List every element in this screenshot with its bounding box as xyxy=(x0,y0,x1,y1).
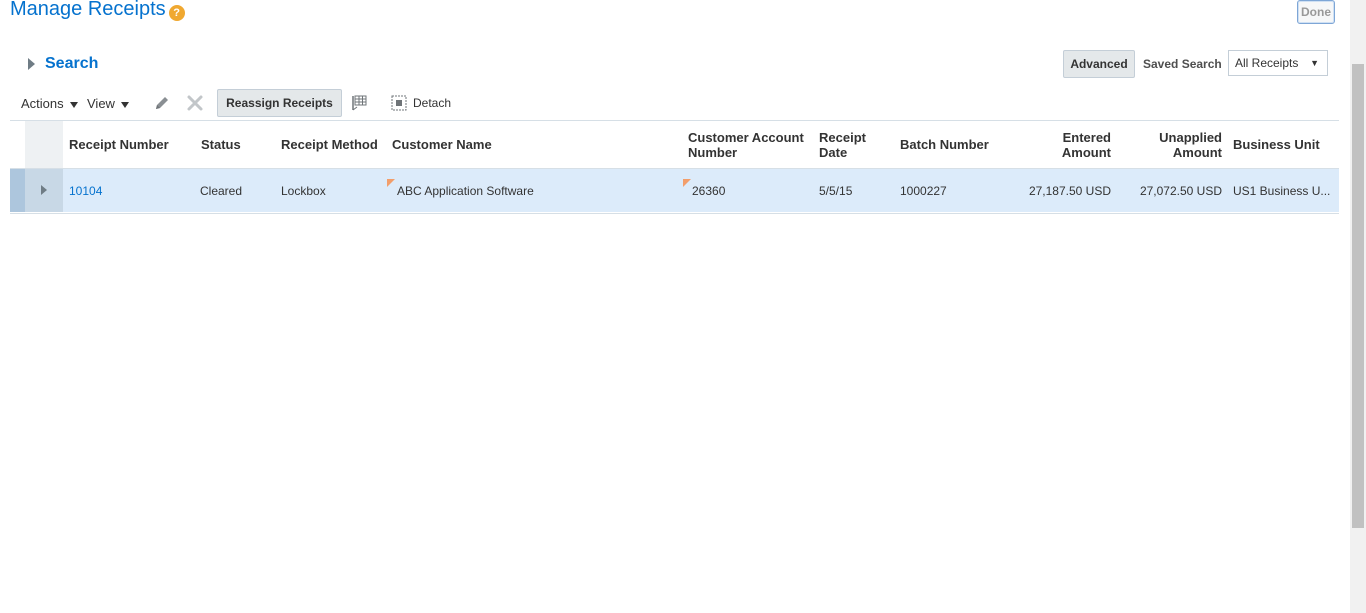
vertical-scrollbar[interactable] xyxy=(1350,0,1366,613)
column-header-line: Customer Account xyxy=(688,130,804,145)
advanced-button[interactable]: Advanced xyxy=(1063,50,1135,78)
column-header-customer-name[interactable]: Customer Name xyxy=(392,137,492,152)
column-header-line: Receipt xyxy=(819,130,866,145)
dropdown-arrow-icon: ▼ xyxy=(1310,58,1319,68)
actions-menu[interactable]: Actions xyxy=(21,96,78,111)
view-label: View xyxy=(87,96,115,111)
column-header-receipt-method[interactable]: Receipt Method xyxy=(281,137,378,152)
table-header: Receipt Number Status Receipt Method Cus… xyxy=(10,121,1339,169)
cell-receipt-method: Lockbox xyxy=(281,184,326,198)
cell-batch-number: 1000227 xyxy=(900,184,947,198)
freeze-columns-icon[interactable] xyxy=(350,94,368,112)
detach-icon xyxy=(391,95,407,111)
reassign-receipts-button[interactable]: Reassign Receipts xyxy=(217,89,342,117)
page-title: Manage Receipts ? xyxy=(10,0,185,21)
scrollbar-thumb[interactable] xyxy=(1352,64,1364,528)
column-header-receipt-date[interactable]: Receipt Date xyxy=(819,130,866,160)
detach-label: Detach xyxy=(413,96,452,110)
column-header-business-unit[interactable]: Business Unit xyxy=(1233,137,1320,152)
done-button[interactable]: Done xyxy=(1297,0,1335,24)
table-row[interactable]: 10104 Cleared Lockbox ABC Application So… xyxy=(10,169,1339,212)
row-selector[interactable] xyxy=(10,169,25,212)
expand-icon xyxy=(41,185,47,195)
column-header-line: Number xyxy=(688,145,738,160)
saved-search-label: Saved Search xyxy=(1143,57,1222,71)
column-header-line: Amount xyxy=(1172,145,1222,160)
column-header-customer-account[interactable]: Customer Account Number xyxy=(688,130,804,160)
column-header-unapplied-amount[interactable]: Unapplied Amount xyxy=(1122,130,1222,160)
search-label: Search xyxy=(45,55,99,72)
column-header-line: Date xyxy=(819,145,848,160)
cell-customer-name: ABC Application Software xyxy=(397,184,534,198)
cell-receipt-date: 5/5/15 xyxy=(819,184,853,198)
saved-search-value: All Receipts xyxy=(1235,56,1299,70)
close-icon[interactable] xyxy=(186,94,204,112)
cell-customer-account: 26360 xyxy=(692,184,726,198)
cell-unapplied-amount: 27,072.50 USD xyxy=(1139,184,1222,198)
pencil-icon[interactable] xyxy=(153,94,171,112)
chevron-down-icon xyxy=(69,101,78,108)
row-expand-button[interactable] xyxy=(25,169,63,212)
receipts-table: Receipt Number Status Receipt Method Cus… xyxy=(10,120,1339,214)
receipt-number-link[interactable]: 10104 xyxy=(69,184,102,198)
page-title-text: Manage Receipts xyxy=(10,0,166,20)
help-icon[interactable]: ? xyxy=(168,4,185,21)
note-flag-icon xyxy=(387,179,395,187)
column-header-batch-number[interactable]: Batch Number xyxy=(900,137,989,152)
detach-button[interactable]: Detach xyxy=(391,95,451,111)
note-flag-icon xyxy=(683,179,691,187)
column-header-line: Unapplied xyxy=(1159,130,1222,145)
column-header-line: Amount xyxy=(1061,145,1111,160)
cell-business-unit: US1 Business U... xyxy=(1233,184,1331,198)
expand-icon xyxy=(28,58,35,70)
search-disclosure[interactable]: Search xyxy=(28,55,98,73)
table-toolbar: Actions View Reassign Receipts Detach xyxy=(0,88,1340,118)
column-header-status[interactable]: Status xyxy=(201,137,241,152)
column-header-line: Entered xyxy=(1062,130,1111,145)
saved-search-select[interactable]: All Receipts ▼ xyxy=(1228,50,1328,76)
column-header-entered-amount[interactable]: Entered Amount xyxy=(1011,130,1111,160)
chevron-down-icon xyxy=(120,101,129,108)
cell-entered-amount: 27,187.50 USD xyxy=(1028,184,1111,198)
cell-status: Cleared xyxy=(200,184,243,198)
column-header-receipt-number[interactable]: Receipt Number xyxy=(69,137,169,152)
view-menu[interactable]: View xyxy=(87,96,129,111)
actions-label: Actions xyxy=(21,96,64,111)
